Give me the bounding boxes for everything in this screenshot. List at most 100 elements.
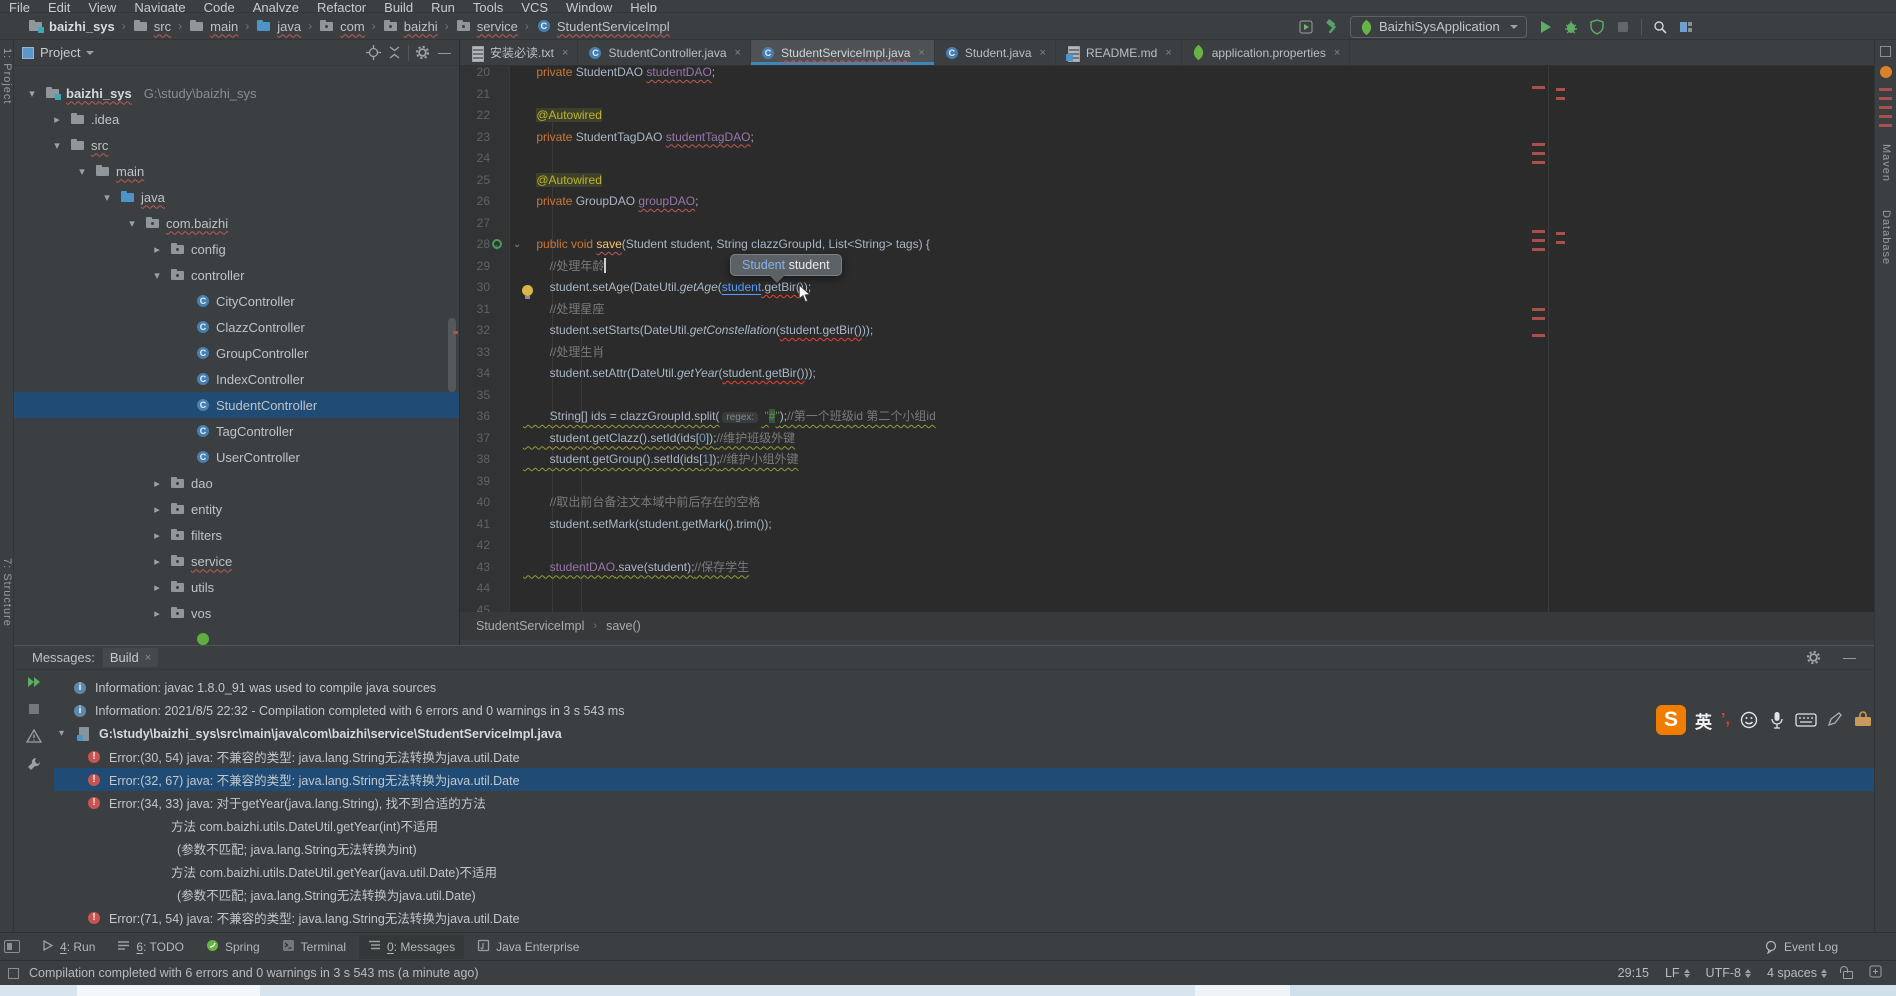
message-row[interactable]: Error:(71, 54) java: 不兼容的类型: java.lang.S… xyxy=(54,906,1874,929)
menu-refactor[interactable]: Refactor xyxy=(317,0,366,13)
toolbox-icon[interactable] xyxy=(1853,711,1873,729)
run-in-frame-icon[interactable] xyxy=(1298,19,1314,35)
locate-icon[interactable] xyxy=(366,45,381,60)
message-row[interactable]: 方法 com.baizhi.utils.DateUtil.getYear(int… xyxy=(54,814,1874,837)
breadcrumb-item-java[interactable]: java xyxy=(256,18,301,34)
editor-viewport[interactable]: 20 private StudentDAO studentDAO;2122 @A… xyxy=(460,66,1874,612)
tab-build[interactable]: Build× xyxy=(103,648,158,667)
menu-edit[interactable]: Edit xyxy=(48,0,70,13)
gutter[interactable]: 27 xyxy=(460,213,510,235)
code-line-43[interactable]: 43 studentDAO.save(student);//保存学生 xyxy=(460,557,1874,579)
tree-item-filters[interactable]: ▸filters xyxy=(14,522,459,548)
message-row[interactable]: Information: 2021/8/5 22:32 - Compilatio… xyxy=(54,699,1874,722)
coverage-button[interactable] xyxy=(1589,19,1605,35)
code-line-44[interactable]: 44 xyxy=(460,578,1874,600)
tree-item-dao[interactable]: ▸dao xyxy=(14,470,459,496)
gutter[interactable]: 39 xyxy=(460,471,510,493)
gear-icon[interactable] xyxy=(1806,650,1821,665)
tree-arrow[interactable]: ▸ xyxy=(149,503,165,516)
tree-item-java[interactable]: ▾java xyxy=(14,184,459,210)
gutter[interactable]: 29 xyxy=(460,256,510,278)
code-line-37[interactable]: 37 student.getClazz().setId(ids[0]);//维护… xyxy=(460,428,1874,450)
close-icon[interactable]: × xyxy=(145,652,151,664)
gutter[interactable]: 25 xyxy=(460,170,510,192)
gutter[interactable]: 38 xyxy=(460,449,510,471)
tree-arrow[interactable]: ▾ xyxy=(49,139,65,152)
gutter[interactable]: 45 xyxy=(460,600,510,613)
tree-item-src[interactable]: ▾src xyxy=(14,132,459,158)
gutter[interactable]: 36 xyxy=(460,406,510,428)
tree-item-CityController[interactable]: CityController xyxy=(14,288,459,314)
gutter[interactable]: 32 xyxy=(460,320,510,342)
menu-window[interactable]: Window xyxy=(566,0,612,13)
wrench-icon[interactable] xyxy=(26,756,42,772)
tree-arrow[interactable]: ▾ xyxy=(99,191,115,204)
gutter[interactable]: 30 xyxy=(460,277,510,299)
tree-item-main[interactable]: ▾main xyxy=(14,158,459,184)
close-icon[interactable]: × xyxy=(918,47,924,59)
message-row[interactable]: 方法 com.baizhi.utils.DateUtil.getYear(jav… xyxy=(54,860,1874,883)
gutter[interactable]: 23 xyxy=(460,127,510,149)
tree-arrow[interactable]: ▾ xyxy=(149,269,165,282)
menu-code[interactable]: Code xyxy=(204,0,235,13)
gutter[interactable]: 35 xyxy=(460,385,510,407)
intention-bulb-icon[interactable] xyxy=(522,285,533,296)
debug-button[interactable] xyxy=(1563,19,1579,35)
tab-安装必读.txt[interactable]: 安装必读.txt× xyxy=(460,40,578,65)
project-panel-title[interactable]: Project xyxy=(40,45,80,60)
ime-mode-toggle[interactable]: 英 xyxy=(1695,708,1712,733)
tool-stripe-database[interactable]: Database xyxy=(1880,210,1892,265)
tool-switcher-icon[interactable] xyxy=(4,940,20,953)
menu-view[interactable]: View xyxy=(88,0,116,13)
code-line-24[interactable]: 24 xyxy=(460,148,1874,170)
gutter[interactable]: 40 xyxy=(460,492,510,514)
gutter[interactable]: 28 xyxy=(460,234,510,256)
gear-icon[interactable] xyxy=(415,45,430,60)
message-row[interactable]: Error:(30, 54) java: 不兼容的类型: java.lang.S… xyxy=(54,745,1874,768)
expand-arrow-icon[interactable]: ▾ xyxy=(59,728,69,739)
sogou-logo-icon[interactable]: S xyxy=(1656,705,1686,735)
tree-arrow[interactable]: ▸ xyxy=(149,477,165,490)
close-icon[interactable]: × xyxy=(1334,47,1340,59)
code-line-40[interactable]: 40 //取出前台备注文本域中前后存在的空格 xyxy=(460,492,1874,514)
breadcrumb-item-service[interactable]: service xyxy=(456,18,518,34)
emoji-icon[interactable] xyxy=(1739,710,1759,730)
status-message[interactable]: Compilation completed with 6 errors and … xyxy=(29,966,479,980)
tree-arrow[interactable]: ▾ xyxy=(124,217,140,230)
menu-vcs[interactable]: VCS xyxy=(521,0,548,13)
code-line-28[interactable]: 28⌄ public void save(Student student, St… xyxy=(460,234,1874,256)
status-widget-29-15[interactable]: 29:15 xyxy=(1618,966,1649,980)
tree-arrow[interactable]: ▸ xyxy=(149,581,165,594)
code-line-35[interactable]: 35 xyxy=(460,385,1874,407)
code-line-32[interactable]: 32 student.setStarts(DateUtil.getConstel… xyxy=(460,320,1874,342)
code-line-27[interactable]: 27 xyxy=(460,213,1874,235)
tool-stripe-maven[interactable]: Maven xyxy=(1880,144,1892,182)
tree-item-vos[interactable]: ▸vos xyxy=(14,600,459,626)
tree-arrow[interactable]: ▸ xyxy=(149,529,165,542)
menu-file[interactable]: File xyxy=(9,0,30,13)
keyboard-icon[interactable] xyxy=(1795,711,1817,729)
code-line-22[interactable]: 22 @Autowired xyxy=(460,105,1874,127)
indexing-icon[interactable] xyxy=(1869,965,1882,981)
stop-icon[interactable] xyxy=(27,702,41,716)
hide-panel-icon[interactable]: — xyxy=(1843,650,1856,665)
tree-item-TagController[interactable]: TagController xyxy=(14,418,459,444)
lock-icon[interactable] xyxy=(1843,971,1853,979)
code-line-34[interactable]: 34 student.setAttr(DateUtil.getYear(stud… xyxy=(460,363,1874,385)
code-line-21[interactable]: 21 xyxy=(460,84,1874,106)
code-line-23[interactable]: 23 private StudentTagDAO studentTagDAO; xyxy=(460,127,1874,149)
breadcrumb-method[interactable]: save() xyxy=(606,619,641,633)
gutter[interactable]: 24 xyxy=(460,148,510,170)
gutter[interactable]: 22 xyxy=(460,105,510,127)
tab-README.md[interactable]: README.md× xyxy=(1056,40,1182,65)
gutter[interactable]: 43 xyxy=(460,557,510,579)
layout-icon[interactable] xyxy=(1678,19,1694,35)
tree-item-com.baizhi[interactable]: ▾com.baizhi xyxy=(14,210,459,236)
message-row[interactable]: (参数不匹配; java.lang.String无法转换为int) xyxy=(54,837,1874,860)
tree-item-utils[interactable]: ▸utils xyxy=(14,574,459,600)
tree-item-controller[interactable]: ▾controller xyxy=(14,262,459,288)
handwriting-icon[interactable] xyxy=(1826,711,1844,729)
message-row[interactable]: Information: javac 1.8.0_91 was used to … xyxy=(54,676,1874,699)
run-button[interactable] xyxy=(1537,19,1553,35)
code-line-29[interactable]: 29 //处理年龄 xyxy=(460,256,1874,278)
